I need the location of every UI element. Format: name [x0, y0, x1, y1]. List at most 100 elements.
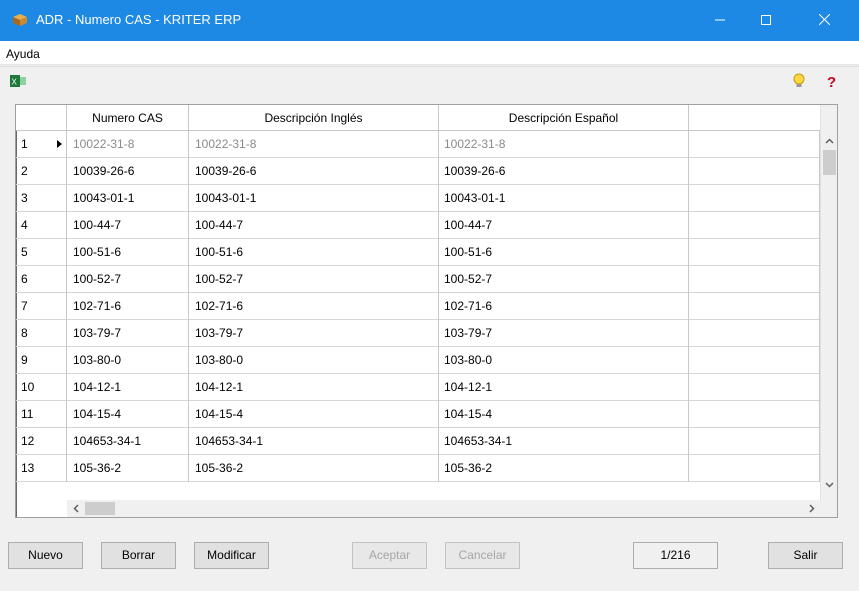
cell-numero-cas[interactable]: 104-12-1	[67, 374, 189, 401]
cell-numero-cas[interactable]: 104653-34-1	[67, 428, 189, 455]
cas-grid[interactable]: Numero CAS Descripción Inglés Descripció…	[15, 104, 838, 518]
table-row[interactable]: 9 103-80-0 103-80-0 103-80-0	[16, 347, 820, 374]
cell-descripcion-espanol[interactable]: 103-80-0	[439, 347, 689, 374]
cell-numero-cas[interactable]: 102-71-6	[67, 293, 189, 320]
cell-descripcion-espanol[interactable]: 100-51-6	[439, 239, 689, 266]
table-row[interactable]: 10 104-12-1 104-12-1 104-12-1	[16, 374, 820, 401]
excel-export-button[interactable]: X	[9, 73, 27, 91]
cell-descripcion-espanol[interactable]: 103-79-7	[439, 320, 689, 347]
cell-descripcion-espanol[interactable]: 100-52-7	[439, 266, 689, 293]
cell-extra	[689, 158, 820, 185]
cell-descripcion-ingles[interactable]: 104-15-4	[189, 401, 439, 428]
table-row[interactable]: 5 100-51-6 100-51-6 100-51-6	[16, 239, 820, 266]
maximize-button[interactable]	[743, 0, 789, 41]
cell-numero-cas[interactable]: 103-80-0	[67, 347, 189, 374]
scroll-left-button[interactable]	[67, 500, 84, 517]
cell-descripcion-ingles[interactable]: 10039-26-6	[189, 158, 439, 185]
aceptar-button: Aceptar	[352, 542, 427, 569]
cell-descripcion-espanol[interactable]: 10039-26-6	[439, 158, 689, 185]
cell-descripcion-espanol[interactable]: 102-71-6	[439, 293, 689, 320]
salir-button[interactable]: Salir	[768, 542, 843, 569]
header-index	[16, 105, 67, 131]
menu-item-ayuda[interactable]: Ayuda	[6, 47, 40, 61]
help-button[interactable]: ?	[824, 73, 842, 91]
title-bar: ADR - Numero CAS - KRITER ERP	[0, 0, 859, 41]
close-button[interactable]	[801, 0, 847, 41]
cell-extra	[689, 401, 820, 428]
row-index: 3	[16, 185, 67, 212]
cell-descripcion-espanol[interactable]: 104-15-4	[439, 401, 689, 428]
chevron-down-icon	[825, 477, 834, 491]
row-index: 10	[16, 374, 67, 401]
cell-numero-cas[interactable]: 10022-31-8	[67, 131, 189, 158]
cell-extra	[689, 320, 820, 347]
cell-descripcion-espanol[interactable]: 10043-01-1	[439, 185, 689, 212]
cell-descripcion-ingles[interactable]: 103-80-0	[189, 347, 439, 374]
borrar-button[interactable]: Borrar	[101, 542, 176, 569]
cell-descripcion-ingles[interactable]: 100-44-7	[189, 212, 439, 239]
horizontal-scroll-thumb[interactable]	[85, 502, 115, 515]
header-descripcion-espanol[interactable]: Descripción Español	[439, 105, 689, 131]
cell-descripcion-espanol[interactable]: 10022-31-8	[439, 131, 689, 158]
table-row[interactable]: 11 104-15-4 104-15-4 104-15-4	[16, 401, 820, 428]
row-index: 8	[16, 320, 67, 347]
table-row[interactable]: 13 105-36-2 105-36-2 105-36-2	[16, 455, 820, 482]
cell-descripcion-ingles[interactable]: 100-52-7	[189, 266, 439, 293]
table-row[interactable]: 12 104653-34-1 104653-34-1 104653-34-1	[16, 428, 820, 455]
cell-extra	[689, 185, 820, 212]
maximize-icon	[761, 14, 771, 28]
table-row[interactable]: 3 10043-01-1 10043-01-1 10043-01-1	[16, 185, 820, 212]
grid-header: Numero CAS Descripción Inglés Descripció…	[16, 105, 820, 131]
table-row[interactable]: 7 102-71-6 102-71-6 102-71-6	[16, 293, 820, 320]
table-row[interactable]: 2 10039-26-6 10039-26-6 10039-26-6	[16, 158, 820, 185]
cell-descripcion-ingles[interactable]: 10043-01-1	[189, 185, 439, 212]
cell-numero-cas[interactable]: 10039-26-6	[67, 158, 189, 185]
header-numero-cas[interactable]: Numero CAS	[67, 105, 189, 131]
cell-descripcion-ingles[interactable]: 10022-31-8	[189, 131, 439, 158]
scroll-right-button[interactable]	[803, 500, 820, 517]
cell-descripcion-espanol[interactable]: 104653-34-1	[439, 428, 689, 455]
cell-numero-cas[interactable]: 10043-01-1	[67, 185, 189, 212]
cell-numero-cas[interactable]: 104-15-4	[67, 401, 189, 428]
vertical-scroll-thumb[interactable]	[823, 150, 836, 175]
cell-descripcion-espanol[interactable]: 100-44-7	[439, 212, 689, 239]
table-row[interactable]: 8 103-79-7 103-79-7 103-79-7	[16, 320, 820, 347]
cell-descripcion-ingles[interactable]: 102-71-6	[189, 293, 439, 320]
minimize-button[interactable]	[697, 0, 743, 41]
horizontal-scrollbar[interactable]	[67, 500, 820, 517]
cell-extra	[689, 347, 820, 374]
row-index: 12	[16, 428, 67, 455]
table-row[interactable]: 6 100-52-7 100-52-7 100-52-7	[16, 266, 820, 293]
cell-numero-cas[interactable]: 100-44-7	[67, 212, 189, 239]
cell-extra	[689, 266, 820, 293]
cell-descripcion-espanol[interactable]: 105-36-2	[439, 455, 689, 482]
row-index: 7	[16, 293, 67, 320]
window-title: ADR - Numero CAS - KRITER ERP	[36, 12, 242, 27]
vertical-scrollbar[interactable]	[820, 105, 837, 517]
cell-descripcion-ingles[interactable]: 105-36-2	[189, 455, 439, 482]
cell-numero-cas[interactable]: 100-52-7	[67, 266, 189, 293]
header-descripcion-ingles[interactable]: Descripción Inglés	[189, 105, 439, 131]
cell-descripcion-espanol[interactable]: 104-12-1	[439, 374, 689, 401]
modificar-button[interactable]: Modificar	[194, 542, 269, 569]
cell-descripcion-ingles[interactable]: 104653-34-1	[189, 428, 439, 455]
tip-button[interactable]	[790, 73, 808, 91]
cell-extra	[689, 374, 820, 401]
scroll-up-button[interactable]	[821, 131, 837, 148]
cell-descripcion-ingles[interactable]: 103-79-7	[189, 320, 439, 347]
menu-bar: Ayuda	[0, 41, 859, 65]
row-index: 9	[16, 347, 67, 374]
table-row[interactable]: 1 10022-31-8 10022-31-8 10022-31-8	[16, 131, 820, 158]
close-icon	[818, 13, 830, 28]
nuevo-button[interactable]: Nuevo	[8, 542, 83, 569]
scroll-down-button[interactable]	[821, 475, 837, 492]
cell-numero-cas[interactable]: 105-36-2	[67, 455, 189, 482]
cell-descripcion-ingles[interactable]: 104-12-1	[189, 374, 439, 401]
package-icon	[12, 13, 28, 27]
cell-descripcion-ingles[interactable]: 100-51-6	[189, 239, 439, 266]
row-index: 5	[16, 239, 67, 266]
table-row[interactable]: 4 100-44-7 100-44-7 100-44-7	[16, 212, 820, 239]
cell-numero-cas[interactable]: 103-79-7	[67, 320, 189, 347]
cell-numero-cas[interactable]: 100-51-6	[67, 239, 189, 266]
help-icon: ?	[825, 73, 841, 92]
